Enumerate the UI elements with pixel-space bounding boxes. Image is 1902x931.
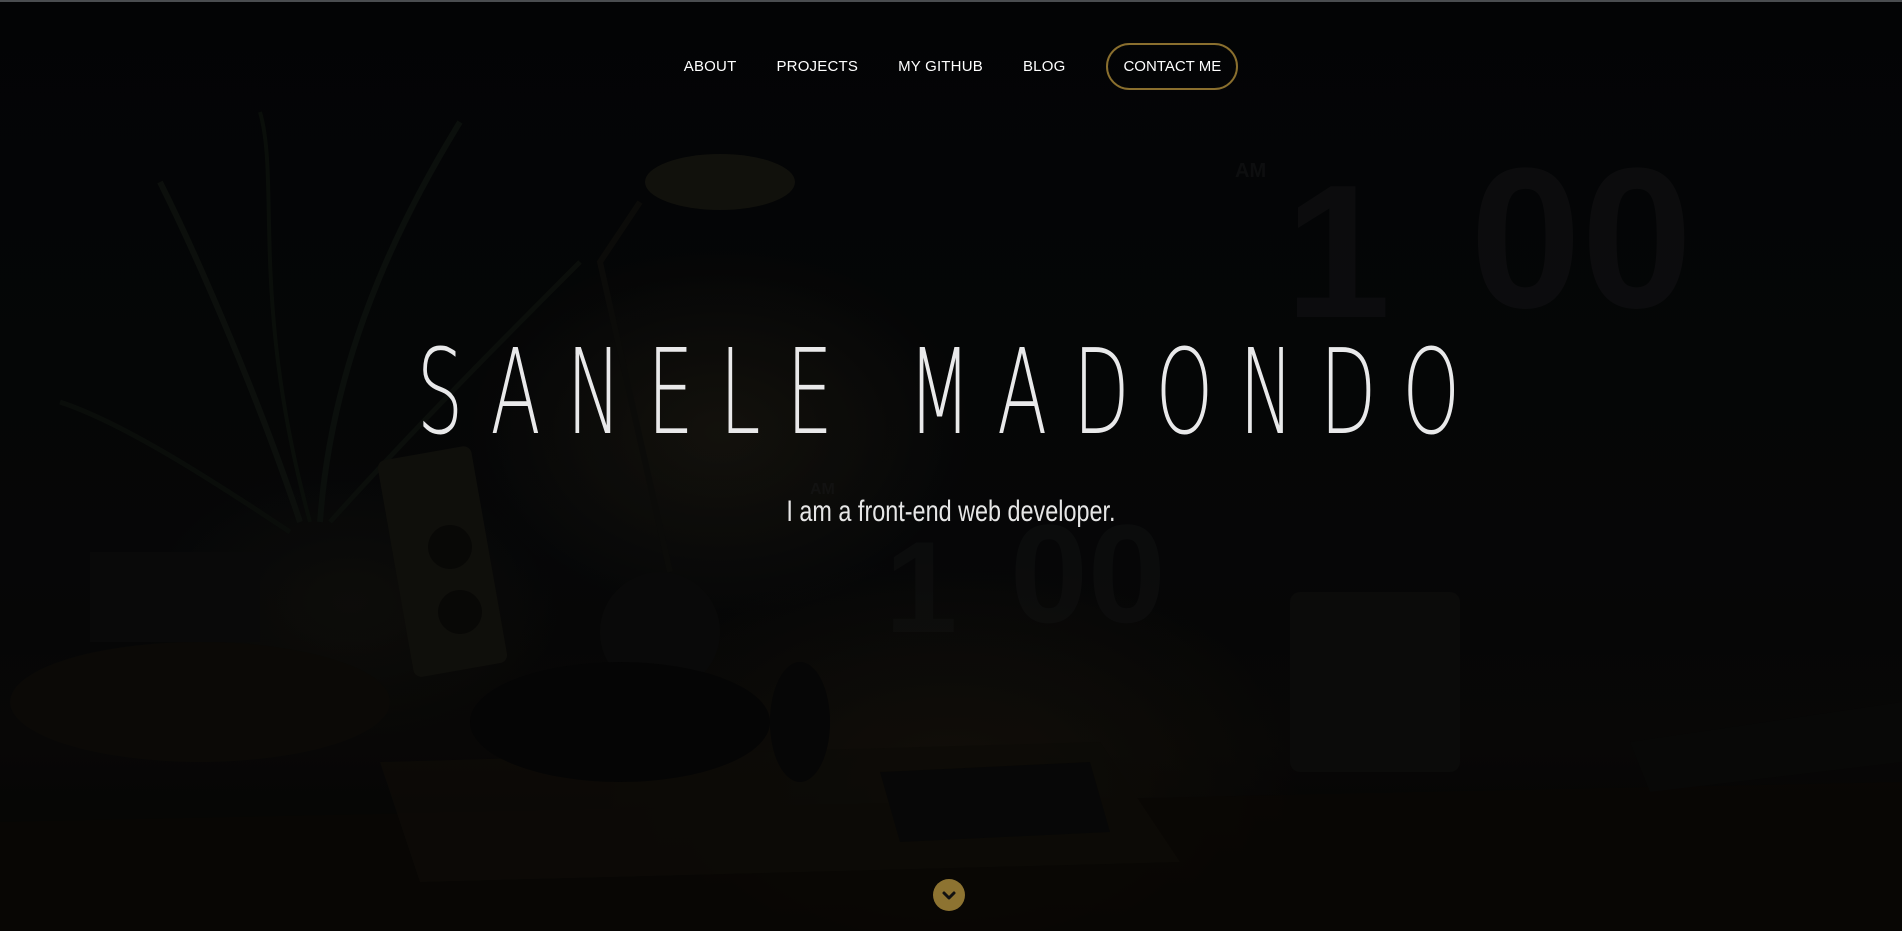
nav-link-projects[interactable]: PROJECTS bbox=[776, 58, 858, 75]
nav-link-blog[interactable]: BLOG bbox=[1023, 58, 1065, 75]
background-desk-scene: AM 1 00 AM 1 00 bbox=[0, 2, 1902, 931]
chevron-down-icon bbox=[942, 891, 956, 900]
main-nav: ABOUT PROJECTS MY GITHUB BLOG CONTACT ME bbox=[0, 42, 1902, 90]
nav-link-about[interactable]: ABOUT bbox=[684, 58, 737, 75]
hero-subtitle: I am a front-end web developer. bbox=[0, 495, 1902, 529]
hero-section: AM 1 00 AM 1 00 ABOUT PROJECTS MY GITHUB… bbox=[0, 2, 1902, 931]
hero-title-text: SANELE MADONDO bbox=[416, 323, 1486, 461]
contact-me-button[interactable]: CONTACT ME bbox=[1106, 42, 1239, 90]
hero-subtitle-text: I am a front-end web developer. bbox=[786, 495, 1116, 528]
hero-title: SANELE MADONDO bbox=[0, 327, 1902, 457]
scroll-down-button[interactable] bbox=[933, 879, 965, 911]
nav-link-github[interactable]: MY GITHUB bbox=[898, 58, 983, 75]
